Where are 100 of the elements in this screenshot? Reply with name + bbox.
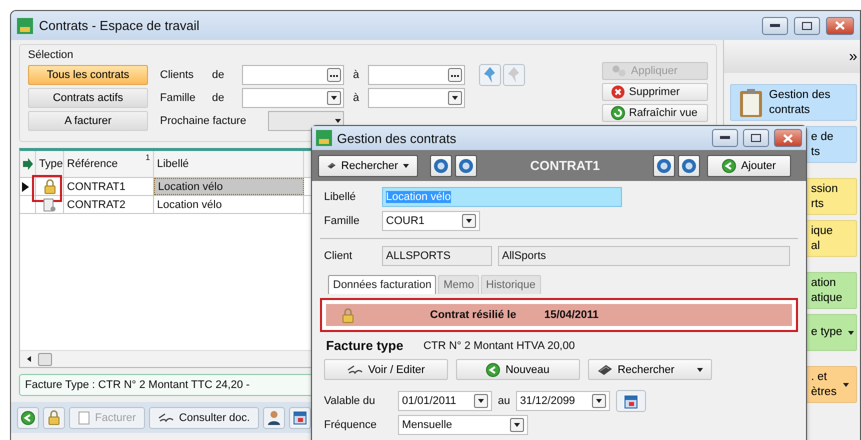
table-cell[interactable]: Location vélo	[154, 196, 304, 213]
current-row-icon	[22, 182, 30, 192]
tab[interactable]: Données facturation	[328, 275, 436, 294]
add-button[interactable]: Ajouter	[707, 154, 791, 176]
dropdown-button[interactable]	[510, 418, 524, 432]
client-code-field[interactable]: ALLSPORTS	[382, 246, 492, 266]
column-header[interactable]: Référence 1	[64, 151, 154, 177]
table-cell[interactable]: Location vélo	[154, 178, 304, 195]
calendar-icon	[292, 410, 307, 425]
close-button[interactable]	[774, 129, 802, 147]
client-name-field[interactable]: AllSports	[498, 246, 790, 266]
pin-off-icon	[507, 66, 521, 84]
maximize-button[interactable]	[794, 16, 820, 34]
group-legend: Sélection	[28, 49, 708, 61]
minimize-button[interactable]	[712, 129, 738, 147]
dropdown-button[interactable]	[592, 394, 606, 408]
minimize-button[interactable]	[762, 16, 788, 34]
date-field[interactable]: 01/01/2011	[398, 391, 492, 411]
filter-button[interactable]: Contrats actifs	[28, 88, 148, 108]
ellipsis-button[interactable]	[327, 68, 341, 82]
table-cell: CONTRAT2	[64, 196, 154, 213]
lock-button[interactable]	[43, 406, 65, 428]
first-button[interactable]	[430, 154, 452, 176]
ellipsis-button[interactable]	[448, 68, 462, 82]
document-icon	[43, 198, 56, 212]
lock-icon	[44, 179, 56, 194]
arrow-icon	[23, 158, 33, 170]
dropdown-button[interactable]	[474, 394, 488, 408]
action-button[interactable]: Supprimer	[602, 83, 708, 101]
dialog-title: Gestion des contrats	[337, 130, 458, 146]
dropdown-button[interactable]	[462, 214, 476, 228]
maximize-button[interactable]	[743, 129, 769, 147]
field-label: Libellé	[324, 191, 357, 203]
person-button[interactable]	[262, 406, 285, 428]
nav-icon	[656, 158, 672, 174]
lock-icon	[342, 308, 354, 322]
calendar-button[interactable]	[288, 406, 311, 428]
filter-label: Prochaine facture	[160, 115, 248, 127]
minimize-icon	[720, 136, 730, 140]
to-field[interactable]	[368, 88, 465, 108]
filter-button[interactable]: A facturer	[28, 111, 148, 131]
sort-indicator: 1	[146, 153, 150, 162]
back-button[interactable]	[17, 406, 39, 428]
field-label: Valable du	[324, 395, 376, 407]
calendar-icon	[624, 394, 638, 408]
close-icon	[783, 134, 793, 142]
from-field[interactable]	[242, 65, 344, 85]
banner-date: 15/04/2011	[544, 309, 599, 321]
dropdown-button[interactable]	[448, 91, 462, 105]
to-label: à	[352, 92, 360, 104]
tab[interactable]: Memo	[438, 275, 480, 294]
action-button[interactable]: Rechercher	[588, 359, 712, 380]
toolbar-button[interactable]: Consulter doc.	[148, 406, 259, 428]
from-label: de	[212, 69, 226, 81]
search-icon	[596, 363, 613, 376]
banner-text: Contrat résilié le	[430, 309, 516, 321]
family-combo[interactable]: COUR1	[382, 211, 480, 231]
filter-label: Famille	[160, 92, 196, 104]
collapse-toggle[interactable]: »	[848, 48, 858, 65]
add-icon	[486, 362, 500, 376]
gears-icon	[611, 64, 627, 78]
person-icon	[266, 410, 281, 426]
to-field[interactable]	[368, 65, 465, 85]
last-button[interactable]	[678, 154, 700, 176]
from-field[interactable]	[242, 88, 344, 108]
action-button[interactable]: Voir / Editer	[324, 359, 448, 380]
view-icon	[347, 364, 364, 374]
column-header[interactable]: Libellé	[154, 151, 304, 177]
tab[interactable]: Historique	[481, 275, 541, 294]
search-button[interactable]: Rechercher	[318, 154, 418, 176]
action-button[interactable]: Nouveau	[456, 359, 580, 380]
app-logo-icon	[17, 18, 33, 34]
column-header[interactable]: Type	[36, 151, 64, 177]
shortcut-button[interactable]: Gestion des contrats	[730, 84, 858, 121]
maximize-icon	[751, 134, 761, 142]
field-label: Fréquence	[324, 419, 378, 431]
filter-button[interactable]: Tous les contrats	[28, 65, 148, 85]
calendar-button[interactable]	[616, 390, 646, 412]
filter-label: Clients	[160, 69, 195, 81]
refresh-icon	[611, 106, 625, 120]
field-label: Famille	[324, 215, 360, 227]
nav-icon	[433, 158, 449, 174]
minimize-icon	[770, 24, 780, 28]
to-label: à	[352, 69, 360, 81]
next-button[interactable]	[653, 154, 675, 176]
dropdown-button[interactable]	[327, 91, 341, 105]
frequency-combo[interactable]: Mensuelle	[398, 415, 528, 435]
lock-icon	[48, 410, 60, 425]
add-icon	[722, 158, 736, 172]
invoice-type-value: CTR N° 2 Montant HTVA 20,00	[423, 340, 575, 352]
close-icon	[835, 21, 845, 30]
date-field[interactable]: 31/12/2099	[516, 391, 610, 411]
back-icon	[21, 410, 35, 424]
action-button[interactable]: Rafraîchir vue	[602, 104, 708, 122]
from-label: de	[212, 92, 226, 104]
previous-button[interactable]	[455, 154, 477, 176]
close-button[interactable]	[826, 16, 854, 34]
page-icon	[78, 410, 90, 424]
field-label: au	[496, 395, 512, 407]
pin-icon	[483, 66, 497, 84]
